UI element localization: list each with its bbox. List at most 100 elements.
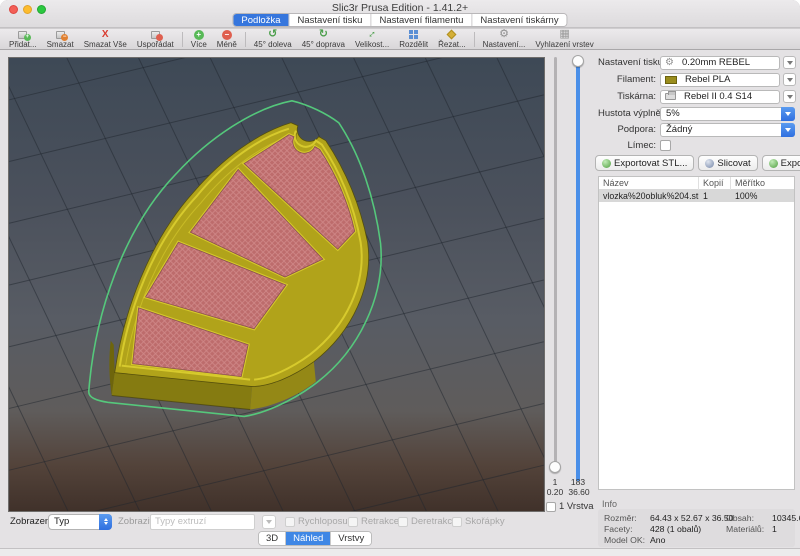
tab-nastaveni-filamentu[interactable]: Nastavení filamentu: [371, 14, 472, 26]
printer-dropdown-button[interactable]: [783, 90, 796, 103]
cut-button[interactable]: Řezat...: [433, 29, 471, 50]
main-tab-bar: Podložka Nastavení tisku Nastavení filam…: [232, 13, 567, 27]
export-gcode-icon: [769, 159, 778, 168]
object-settings-button[interactable]: ⚙ Nastavení...: [478, 29, 531, 50]
layer-slider-low[interactable]: [554, 57, 557, 469]
layer-slider-low-knob[interactable]: [549, 461, 561, 473]
action-buttons: Exportovat STL... Slicovat Exportovat G-…: [595, 155, 800, 171]
facets-value: 428 (1 obalů): [650, 524, 701, 534]
view-3d-button[interactable]: 3D: [259, 532, 286, 545]
print-bed-canvas[interactable]: [9, 58, 544, 511]
print-settings-label: Nastavení tisku:: [598, 57, 660, 68]
bed-viewport[interactable]: [8, 57, 545, 512]
title-bar: Slic3r Prusa Edition - 1.41.2+ Podložka …: [0, 0, 800, 28]
travel-checkbox[interactable]: [285, 517, 295, 527]
view-preview-button[interactable]: Náhled: [286, 532, 331, 545]
support-select[interactable]: Žádný: [660, 123, 795, 137]
chevron-down-icon: [781, 123, 795, 137]
tab-nastaveni-tiskarny[interactable]: Nastavení tiskárny: [472, 14, 566, 26]
show-label: Zobrazit: [118, 516, 152, 527]
slice-button[interactable]: Slicovat: [698, 155, 757, 171]
infill-density-label: Hustota výplně:: [598, 108, 660, 119]
filament-combo[interactable]: Rebel PLA: [660, 73, 780, 87]
export-stl-button[interactable]: Exportovat STL...: [595, 155, 694, 171]
dimensions-value: 64.43 x 52.67 x 36.50: [650, 513, 734, 523]
table-row[interactable]: vlozka%20obluk%204.stl 1 100%: [599, 190, 794, 202]
add-object-icon: +: [15, 29, 31, 40]
layer-slider-gutter: 1 183 0.20 36.60 1 Vrstva: [546, 57, 600, 552]
travel-toggle[interactable]: Rychloposun: [285, 516, 353, 527]
slice-icon: [705, 159, 714, 168]
rotate-left-icon: ↺: [265, 29, 281, 40]
split-icon: [406, 29, 422, 40]
one-layer-toggle[interactable]: 1 Vrstva: [546, 501, 594, 512]
volume-label: Obsah:: [726, 513, 772, 523]
filament-dropdown-button[interactable]: [783, 73, 796, 86]
app-window: Slic3r Prusa Edition - 1.41.2+ Podložka …: [0, 0, 800, 556]
facets-label: Facety:: [604, 524, 650, 534]
stepper-icon: [99, 514, 112, 530]
model-ok-label: Model OK:: [604, 535, 650, 545]
print-settings-combo[interactable]: ⚙ 0.20mm REBEL: [660, 56, 780, 70]
view-controls-row: Zobrazení Typ Zobrazit Rychloposun Retra…: [0, 513, 545, 530]
more-copies-icon: +: [191, 29, 207, 40]
column-scale[interactable]: Měřítko: [731, 177, 791, 190]
object-copies: 1: [699, 191, 731, 201]
model-ok-value: Ano: [650, 535, 665, 545]
retractions-toggle[interactable]: Retrakce: [348, 516, 399, 527]
layer-slider-high-knob[interactable]: [572, 55, 584, 67]
retractions-checkbox[interactable]: [348, 517, 358, 527]
printer-icon: [665, 93, 676, 100]
unretractions-checkbox[interactable]: [398, 517, 408, 527]
delete-all-button[interactable]: X Smazat Vše: [79, 29, 132, 50]
layer-slider-high[interactable]: [576, 57, 580, 481]
column-name[interactable]: Název: [599, 177, 699, 190]
more-copies-button[interactable]: + Více: [186, 29, 212, 50]
bottom-strip: [0, 549, 800, 556]
layer-high-height: 36.60: [563, 487, 595, 497]
materials-value: 1: [772, 524, 777, 534]
fewer-copies-button[interactable]: − Méně: [212, 29, 242, 50]
shells-toggle[interactable]: Skořápky: [452, 516, 505, 527]
toolbar-separator: [474, 32, 475, 47]
rotate-right-button[interactable]: ↻ 45° doprava: [297, 29, 350, 50]
one-layer-checkbox[interactable]: [546, 502, 556, 512]
tab-nastaveni-tisku[interactable]: Nastavení tisku: [290, 14, 372, 26]
info-title: Info: [602, 499, 617, 509]
add-button[interactable]: + Přidat...: [4, 29, 42, 50]
scale-button[interactable]: ↕ Velikost...: [350, 29, 394, 50]
delete-object-icon: −: [52, 29, 68, 40]
brim-label: Límec:: [598, 140, 660, 151]
column-copies[interactable]: Kopií: [699, 177, 731, 190]
printer-combo[interactable]: Rebel II 0.4 S14: [660, 90, 780, 104]
settings-panel: Nastavení tisku: ⚙ 0.20mm REBEL Filament…: [598, 50, 800, 556]
extrusion-types-dropdown-button[interactable]: [262, 515, 276, 529]
delete-button[interactable]: − Smazat: [42, 29, 79, 50]
print-settings-dropdown-button[interactable]: [783, 56, 796, 69]
infill-density-select[interactable]: 5%: [660, 107, 795, 121]
gear-icon: ⚙: [665, 58, 674, 68]
brim-checkbox[interactable]: [660, 140, 671, 151]
view-layers-button[interactable]: Vrstvy: [331, 532, 371, 545]
layer-smoothing-button[interactable]: ▦ Vyhlazení vrstev: [530, 29, 598, 50]
materials-label: Materiálů:: [726, 524, 772, 534]
arrange-icon: [147, 29, 163, 40]
extrusion-types-input[interactable]: [150, 514, 255, 530]
tab-podlozka[interactable]: Podložka: [233, 14, 289, 26]
filament-label: Filament:: [598, 74, 660, 85]
shells-checkbox[interactable]: [452, 517, 462, 527]
object-scale: 100%: [731, 191, 791, 201]
fewer-copies-icon: −: [219, 29, 235, 40]
layer-low-value: 1: [546, 477, 564, 487]
object-settings-icon: ⚙: [496, 29, 512, 40]
rotate-left-button[interactable]: ↺ 45° doleva: [249, 29, 297, 50]
rotate-right-icon: ↻: [315, 29, 331, 40]
object-file-name: vlozka%20obluk%204.stl: [599, 191, 699, 201]
arrange-button[interactable]: Uspořádat: [132, 29, 179, 50]
unretractions-toggle[interactable]: Deretrakce: [398, 516, 457, 527]
view-mode-select[interactable]: Typ: [48, 514, 112, 530]
export-gcode-button[interactable]: Exportovat G-kód...: [762, 155, 800, 171]
info-panel: Rozměr:64.43 x 52.67 x 36.50 Facety:428 …: [598, 509, 795, 547]
split-button[interactable]: Rozdělit: [394, 29, 433, 50]
export-stl-icon: [602, 159, 611, 168]
